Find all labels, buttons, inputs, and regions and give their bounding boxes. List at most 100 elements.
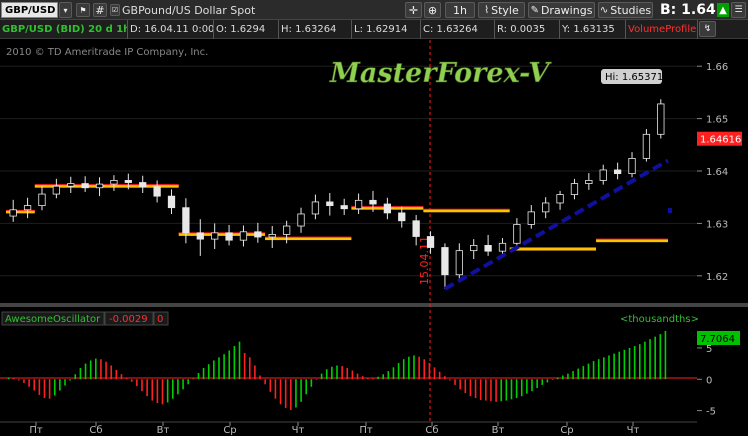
candle-body (484, 245, 492, 252)
checkbox-icon[interactable]: ☑ (110, 4, 120, 16)
oscillator-units: <thousandths> (620, 314, 699, 325)
time-tick-label: Ср (560, 425, 573, 436)
candle-body (398, 212, 406, 222)
symbol-selector[interactable]: GBP/USD (1, 2, 58, 18)
toolbar: GBP/USD ▾ ⚑ # ☑ GBPound/US Dollar Spot ✛… (0, 0, 748, 20)
candle-body (340, 205, 348, 210)
candle-body (556, 194, 564, 204)
oscillator-current-value: 7.7064 (700, 334, 735, 345)
price-tick-label: 1.66 (706, 62, 728, 73)
brand-watermark: MasterForex-V (329, 58, 552, 89)
candle-body (513, 224, 521, 244)
chart-title: GBP/USD (BID) 20 d 1h (0, 20, 128, 39)
candle-body (9, 209, 17, 217)
candle-body (153, 186, 161, 197)
y-readout: Y: 1.63135 (560, 20, 626, 39)
flag-icon[interactable]: ⚑ (76, 3, 90, 17)
candle-body (542, 202, 550, 213)
osc-tick-label: -5 (706, 407, 716, 418)
candle-body (38, 193, 46, 206)
price-tick-label: 1.65 (706, 115, 728, 126)
candle-body (211, 232, 219, 240)
price-axis[interactable] (697, 40, 748, 436)
candle-body (628, 158, 636, 175)
osc-tick-label: 5 (706, 344, 712, 355)
symbol-dropdown-icon[interactable]: ▾ (59, 2, 72, 18)
candle-body (167, 195, 176, 209)
candle-body (67, 183, 75, 187)
low-readout: L: 1.62914 (352, 20, 421, 39)
symbol-description: GBPound/US Dollar Spot (122, 3, 256, 17)
candle-body (412, 220, 420, 237)
symbol-label: GBP/USD (5, 4, 56, 16)
studies-label: Studies (610, 3, 652, 17)
timeframe-selector[interactable]: 1h (445, 2, 475, 18)
crosshair-icon[interactable]: ✛ (405, 2, 422, 18)
time-tick-label: Сб (89, 425, 102, 436)
timeframe-label: 1h (453, 3, 467, 17)
current-price-marker: 1.64616 (697, 131, 742, 146)
price-tick-label: 1.64 (706, 167, 728, 178)
candle-body (311, 201, 320, 215)
high-price-label: Hi: 1.65371 (605, 72, 663, 83)
candle-body (354, 199, 363, 210)
candle-body (239, 231, 248, 241)
time-tick-label: Пт (359, 425, 373, 436)
time-tick-label: Вт (492, 425, 505, 436)
candle-body (441, 247, 449, 276)
oscillator-panel[interactable] (0, 310, 697, 422)
candle-body (613, 169, 622, 175)
chart-style-icon: ⌇ (484, 4, 490, 16)
chart-title-label: GBP/USD (BID) 20 d 1h (2, 24, 128, 35)
candle-body (282, 225, 291, 235)
candle-body (23, 205, 32, 211)
candle-body (110, 180, 118, 185)
candle-body (268, 234, 276, 238)
candle-body (527, 211, 535, 225)
open-readout: O: 1.6294 (214, 20, 279, 39)
candle-body (599, 169, 607, 181)
candle-body (570, 183, 579, 195)
price-tick-label: 1.63 (706, 219, 728, 230)
oscillator-name[interactable]: AwesomeOscillator (5, 314, 101, 325)
settings-icon[interactable]: ☰ (731, 2, 746, 18)
candle-body (369, 199, 377, 205)
candle-body (124, 180, 132, 183)
candle-body (455, 250, 463, 276)
osc-tick-label: 0 (706, 375, 712, 386)
chart-area: 2010 © TD Ameritrade IP Company, Inc. 15… (0, 40, 748, 436)
bid-price: B: 1.6496 (660, 2, 716, 18)
link-button[interactable]: # (93, 3, 107, 17)
studies-icon: ∿ (599, 4, 609, 16)
current-price-label: 1.64616 (700, 135, 741, 146)
chart-settings-icon[interactable]: ↯ (699, 21, 716, 37)
candle-body (383, 203, 392, 214)
style-label: Style (491, 3, 519, 17)
candle-body (426, 236, 435, 248)
candle-body (498, 242, 507, 252)
link-label: # (95, 3, 105, 17)
time-tick-label: Пт (29, 425, 43, 436)
candle-body (182, 207, 190, 234)
time-axis-ticks: Пт Сб Вт Ср Чт Пт Сб Вт Ср Чт (29, 422, 640, 436)
candle-body (95, 183, 104, 189)
info-bar: GBP/USD (BID) 20 d 1h D: 16.04.11 0:00 O… (0, 20, 748, 39)
study-label[interactable]: VolumeProfile (AUTOMA... (626, 20, 698, 39)
close-readout: C: 1.63264 (421, 20, 495, 39)
copyright-text: 2010 © TD Ameritrade IP Company, Inc. (6, 47, 208, 58)
candle-body (254, 231, 262, 238)
studies-button[interactable]: ∿ Studies (598, 2, 653, 18)
price-tick-label: 1.62 (706, 272, 728, 283)
candle-body (225, 232, 233, 241)
candle-body (585, 180, 593, 184)
drawings-button[interactable]: ✎ Drawings (528, 2, 595, 18)
candle-body (297, 213, 305, 227)
style-button[interactable]: ⌇ Style (478, 2, 525, 18)
bid-price-label: B: 1.6496 (660, 2, 716, 18)
time-tick-label: Сб (425, 425, 438, 436)
bid-indicator-icon: ▲ (717, 3, 729, 17)
time-tick-label: Вт (157, 425, 170, 436)
trend-marker (668, 208, 672, 213)
zoom-icon[interactable]: ⊕ (424, 2, 441, 18)
date-readout: D: 16.04.11 0:00 (128, 20, 214, 39)
